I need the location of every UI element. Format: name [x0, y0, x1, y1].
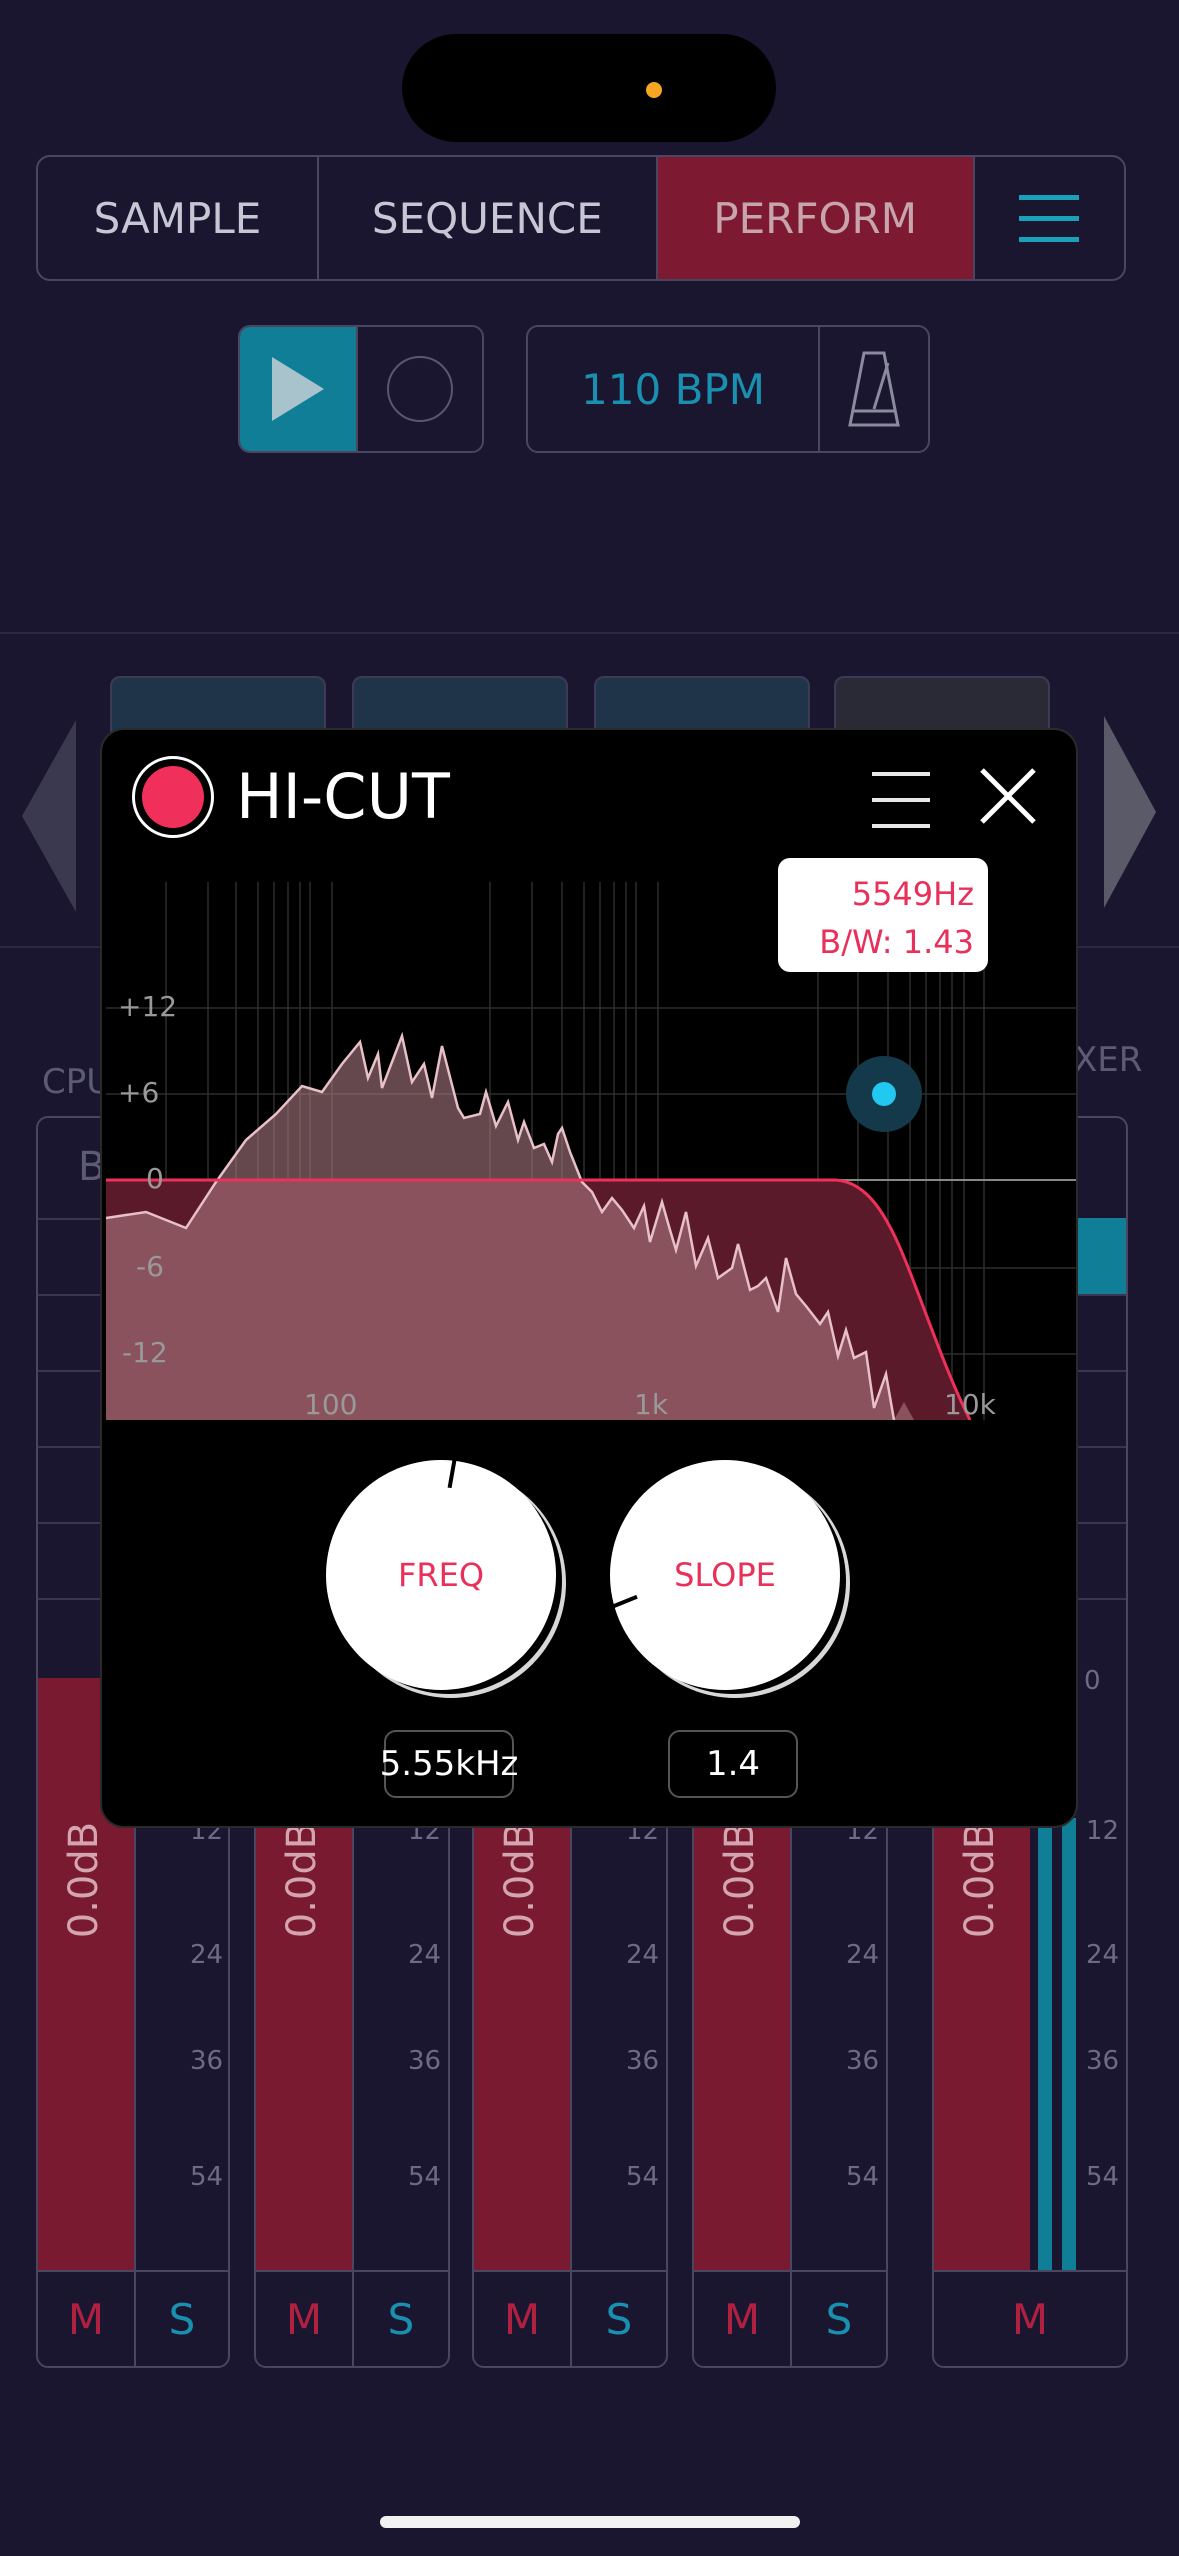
menu-line [1019, 236, 1080, 242]
level-meter-right [1062, 1818, 1076, 2272]
metronome-icon [848, 351, 900, 427]
slope-knob[interactable]: SLOPE [610, 1460, 840, 1690]
solo-button[interactable]: S [570, 2270, 666, 2366]
mixer-label: XER [1074, 1040, 1143, 1080]
mute-button[interactable]: M [694, 2270, 790, 2366]
tab-sequence[interactable]: SEQUENCE [319, 157, 658, 279]
mute-button[interactable]: M [474, 2270, 570, 2366]
effect-menu-button[interactable] [872, 772, 930, 828]
filter-handle[interactable] [872, 1082, 896, 1106]
solo-button[interactable]: S [134, 2270, 228, 2366]
meter-scale-label: 36 [626, 2046, 660, 2076]
meter-scale-label: 36 [190, 2046, 224, 2076]
meter-scale-label: 54 [846, 2162, 880, 2192]
level-meter-highlight [1074, 1218, 1126, 1294]
meter-scale-label: 24 [408, 1940, 442, 1970]
menu-line [1019, 215, 1080, 221]
freq-knob[interactable]: FREQ [326, 1460, 556, 1690]
menu-line [1019, 194, 1080, 200]
db-axis-label: -12 [122, 1336, 168, 1369]
close-icon[interactable] [978, 766, 1038, 826]
fader-level-label: 0.0dB [61, 1821, 107, 1939]
freq-axis-label: 100 [304, 1388, 357, 1420]
privacy-indicator-dot [646, 82, 662, 98]
menu-line [872, 798, 930, 802]
fader-level-label: 0.0dB [497, 1821, 543, 1939]
db-axis-label: 0 [146, 1162, 164, 1195]
meter-scale-label: 24 [190, 1940, 224, 1970]
solo-button[interactable]: S [352, 2270, 448, 2366]
meter-scale-label: 36 [846, 2046, 880, 2076]
bpm-button[interactable]: 110 BPM [528, 327, 820, 451]
mute-button[interactable]: M [934, 2270, 1126, 2366]
meter-scale-label: 54 [626, 2162, 660, 2192]
freq-value[interactable]: 5.55kHz [380, 1730, 518, 1798]
db-axis-label: -6 [136, 1250, 164, 1283]
dynamic-island [402, 34, 776, 142]
slope-value[interactable]: 1.4 [668, 1730, 798, 1798]
tab-perform[interactable]: PERFORM [657, 157, 975, 279]
section-divider [0, 632, 1179, 634]
meter-scale-label: 12 [1086, 1816, 1120, 1846]
meter-scale-label: 24 [846, 1940, 880, 1970]
tooltip-frequency: 5549Hz [851, 875, 974, 913]
play-button[interactable] [240, 327, 356, 451]
main-menu-button[interactable] [975, 157, 1124, 279]
tempo-controls: 110 BPM [526, 325, 930, 453]
transport-controls [238, 325, 484, 453]
knob-label: FREQ [397, 1556, 485, 1594]
db-axis-label: +6 [118, 1076, 159, 1109]
previous-page-arrow[interactable] [22, 720, 76, 912]
effect-title: HI-CUT [236, 760, 450, 833]
meter-scale-label: 54 [1086, 2162, 1120, 2192]
mode-tab-bar: SAMPLE SEQUENCE PERFORM [36, 155, 1126, 281]
power-indicator [142, 766, 204, 828]
mute-button[interactable]: M [38, 2270, 134, 2366]
tooltip-bandwidth: B/W: 1.43 [819, 923, 974, 961]
next-page-arrow[interactable] [1104, 716, 1156, 908]
db-axis-label: +12 [118, 990, 177, 1023]
effect-power-toggle[interactable] [132, 756, 214, 838]
meter-scale-label: 54 [408, 2162, 442, 2192]
filter-tooltip: 5549Hz B/W: 1.43 [778, 858, 988, 972]
menu-line [872, 772, 930, 776]
meter-scale-label: 36 [1086, 2046, 1120, 2076]
fader-level-label: 0.0dB [957, 1821, 1003, 1939]
meter-scale-label: 36 [408, 2046, 442, 2076]
fader-level-label: 0.0dB [717, 1821, 763, 1939]
metronome-button[interactable] [820, 327, 928, 451]
mute-button[interactable]: M [256, 2270, 352, 2366]
play-icon [272, 357, 324, 421]
freq-axis-label: 1k [634, 1388, 669, 1420]
menu-line [872, 824, 930, 828]
meter-scale-label: 24 [626, 1940, 660, 1970]
record-button[interactable] [356, 327, 482, 451]
meter-scale-label: 0 [1084, 1666, 1101, 1696]
level-meter-left [1038, 1818, 1052, 2272]
home-indicator[interactable] [380, 2516, 800, 2528]
meter-scale-label: 24 [1086, 1940, 1120, 1970]
freq-axis-label: 10k [944, 1388, 997, 1420]
meter-scale-label: 54 [190, 2162, 224, 2192]
solo-button[interactable]: S [790, 2270, 886, 2366]
record-icon [387, 356, 453, 422]
hi-cut-effect-panel: HI-CUT +12 +6 0 -6 -12 100 1k 10k 5549Hz… [100, 728, 1078, 1828]
tab-sample[interactable]: SAMPLE [38, 157, 319, 279]
knob-label: SLOPE [674, 1556, 776, 1594]
fader-level-label: 0.0dB [279, 1821, 325, 1939]
